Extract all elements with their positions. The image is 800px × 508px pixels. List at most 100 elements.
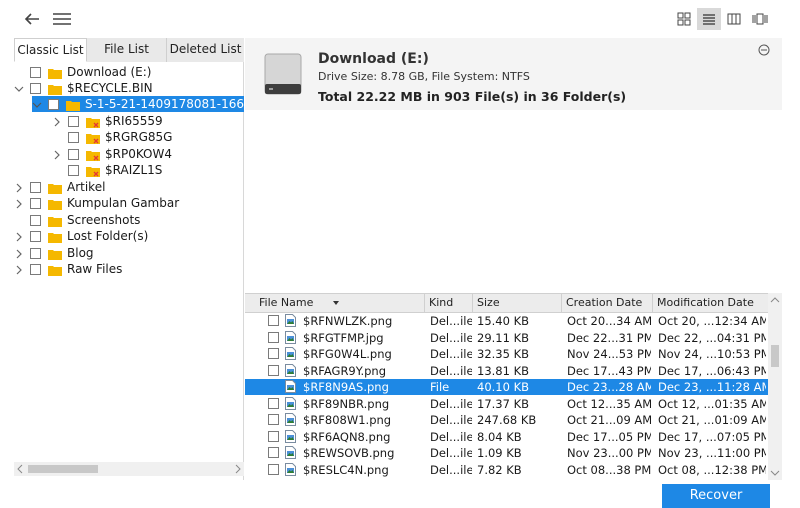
file-created-cell: Oct 21...09 AM [567, 413, 651, 427]
file-name-cell: $REWSOVB.png [303, 446, 395, 460]
tree-checkbox[interactable] [30, 230, 41, 242]
row-checkbox[interactable] [268, 463, 279, 475]
recover-button[interactable]: Recover [662, 484, 770, 508]
tree-item-label: Lost Folder(s) [67, 229, 149, 243]
drive-info: Drive Size: 8.78 GB, File System: NTFS [318, 70, 530, 83]
chevron-down-icon[interactable] [14, 83, 24, 93]
table-row[interactable]: $RFG0W4L.png Del...ile 32.35 KB Nov 24...53… [245, 346, 768, 362]
file-kind-cell: Del...ile [430, 446, 472, 460]
table-row[interactable]: $RFAGR9Y.png Del...ile 13.81 KB Dec 17...43… [245, 363, 768, 379]
tree-checkbox[interactable] [48, 98, 59, 110]
column-kind[interactable]: Kind [425, 294, 473, 313]
table-row[interactable]: $RF808W1.png Del...ile 247.68 KB Oct 21...0… [245, 412, 768, 428]
tree-checkbox[interactable] [30, 247, 41, 259]
tree-item[interactable]: S-1-5-21-1409178081-166 [32, 96, 244, 112]
tree-item[interactable]: Lost Folder(s) [14, 228, 148, 244]
table-rows: $RFNWLZK.png Del...ile 15.40 KB Oct 20...34… [245, 313, 768, 480]
table-row[interactable]: $RF89NBR.png Del...ile 17.37 KB Oct 12...35… [245, 396, 768, 412]
folder-tree: Download (E:) $RECYCLE.BIN S-1-5-21-140917… [14, 64, 244, 474]
tree-item[interactable]: $RAIZL1S [52, 162, 162, 178]
file-kind-cell: Del...ile [430, 462, 472, 477]
tree-item[interactable]: $RP0KOW4 [52, 146, 172, 162]
tree-item[interactable]: Raw Files [14, 261, 122, 277]
view-list-button[interactable] [697, 8, 721, 30]
view-tabs: Classic List File List Deleted List [14, 38, 244, 62]
view-coverflow-button[interactable] [748, 8, 772, 30]
tree-horizontal-scrollbar[interactable] [14, 462, 244, 476]
view-columns-button[interactable] [722, 8, 746, 30]
tree-item[interactable]: $RGRG85G [52, 129, 172, 145]
chevron-right-icon[interactable] [52, 116, 62, 127]
collapse-icon[interactable] [758, 44, 770, 56]
table-row[interactable]: $RESLC4N.png Del...ile 7.82 KB Oct 08...38 … [245, 462, 768, 478]
file-created-cell: Nov 23...00 PM [567, 446, 651, 460]
file-kind-cell: Del...ile [430, 413, 472, 427]
chevron-right-icon[interactable] [14, 264, 24, 275]
image-file-icon [285, 396, 296, 410]
tree-checkbox[interactable] [68, 148, 79, 160]
table-row[interactable]: $REWSOVB.png Del...ile 1.09 KB Nov 23...00 … [245, 445, 768, 461]
tree-checkbox[interactable] [68, 164, 79, 176]
tab-classic-list[interactable]: Classic List [14, 38, 87, 62]
tree-item[interactable]: Artikel [14, 179, 105, 195]
grid-view-icon [677, 12, 691, 26]
folder-icon [48, 182, 62, 194]
tree-checkbox[interactable] [30, 263, 41, 275]
row-checkbox[interactable] [268, 364, 279, 376]
tree-checkbox[interactable] [30, 181, 41, 193]
chevron-right-icon[interactable] [14, 248, 24, 259]
image-file-icon [285, 330, 296, 344]
chevron-down-icon[interactable] [32, 99, 42, 109]
chevron-right-icon[interactable] [14, 231, 24, 242]
tree-item-label: $RECYCLE.BIN [67, 81, 153, 95]
tab-deleted-list[interactable]: Deleted List [167, 38, 244, 62]
table-row[interactable]: $RFGTFMP.jpg Del...ile 29.11 KB Dec 22...31… [245, 330, 768, 346]
table-row[interactable]: $RF6AQN8.png Del...ile 8.04 KB Dec 17...05 … [245, 429, 768, 445]
row-checkbox[interactable] [268, 414, 279, 425]
row-checkbox[interactable] [268, 430, 279, 442]
tree-checkbox[interactable] [68, 115, 79, 127]
hard-drive-icon [263, 52, 303, 96]
table-row[interactable]: $RFNWLZK.png Del...ile 15.40 KB Oct 20...34… [245, 313, 768, 329]
column-modification-date[interactable]: Modification Date [653, 294, 768, 313]
scrollbar-thumb[interactable] [28, 465, 98, 473]
column-size[interactable]: Size [473, 294, 562, 313]
back-arrow-icon[interactable] [22, 9, 42, 29]
tree-item[interactable]: Kumpulan Gambar [14, 195, 179, 211]
file-size-cell: 7.82 KB [477, 462, 522, 477]
tree-checkbox[interactable] [30, 197, 41, 209]
file-created-cell: Oct 12...35 AM [567, 396, 651, 411]
hamburger-menu-icon[interactable] [51, 9, 73, 29]
tree-item-label: Kumpulan Gambar [67, 196, 180, 210]
file-modified-cell: Dec 17, ...06:43 PM [658, 363, 766, 378]
chevron-right-icon[interactable] [52, 149, 62, 160]
folder-icon [48, 215, 62, 227]
tree-item[interactable]: Blog [14, 245, 94, 261]
tree-checkbox[interactable] [30, 66, 41, 78]
table-row[interactable]: $RF8N9AS.png File 40.10 KB Dec 23...28 AM De… [245, 379, 768, 395]
table-vertical-scrollbar[interactable] [768, 293, 782, 480]
tree-item[interactable]: Download (E:) [14, 64, 151, 80]
tree-item[interactable]: $RI65559 [52, 113, 163, 129]
row-checkbox[interactable] [268, 315, 279, 326]
file-size-cell: 32.35 KB [477, 347, 530, 361]
tree-item[interactable]: $RECYCLE.BIN [14, 80, 153, 96]
tab-file-list[interactable]: File List [87, 38, 167, 62]
scrollbar-thumb[interactable] [771, 345, 779, 367]
chevron-right-icon[interactable] [14, 182, 24, 193]
row-checkbox[interactable] [268, 397, 279, 409]
tree-item[interactable]: Screenshots [14, 212, 140, 228]
tree-checkbox[interactable] [30, 214, 41, 226]
tree-checkbox[interactable] [68, 131, 79, 143]
tree-item-label: Artikel [67, 180, 106, 194]
row-checkbox[interactable] [268, 331, 279, 343]
row-checkbox[interactable] [268, 348, 279, 359]
tree-checkbox[interactable] [30, 82, 41, 94]
file-modified-cell: Oct 20, ...12:34 AM [658, 314, 766, 328]
row-checkbox[interactable] [268, 447, 279, 458]
view-icons-button[interactable] [672, 8, 696, 30]
file-kind-cell: Del...ile [430, 347, 472, 361]
chevron-right-icon[interactable] [14, 198, 24, 209]
column-creation-date[interactable]: Creation Date [562, 294, 653, 313]
